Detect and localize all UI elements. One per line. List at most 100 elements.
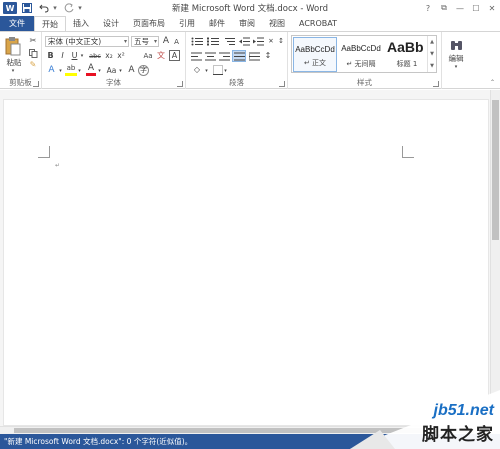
style-heading-1[interactable]: AaBb 标题 1 [385,37,429,72]
style-preview: AaBb [387,39,424,55]
undo-icon[interactable] [37,1,51,15]
paste-label[interactable]: 粘贴 [3,58,25,68]
undo-dropdown-icon[interactable]: ▾ [51,1,59,15]
highlight-icon[interactable]: ab [65,64,77,73]
align-left-icon[interactable] [190,51,202,61]
help-button[interactable]: ? [420,0,436,16]
vertical-scrollbar[interactable] [490,90,500,426]
tab-home[interactable]: 开始 [34,16,66,31]
gallery-scrollbar[interactable]: ▲ ▼ ▼ [427,36,436,72]
minimize-button[interactable]: — [452,0,468,16]
borders-icon[interactable] [212,65,223,75]
tab-design[interactable]: 设计 [96,16,126,31]
tab-references[interactable]: 引用 [172,16,202,31]
bullets-icon[interactable] [190,36,204,46]
clear-format-icon[interactable]: Aa [142,51,154,61]
char-border-icon[interactable]: A [169,50,180,61]
tab-mailings[interactable]: 邮件 [202,16,232,31]
editing-dropdown-icon[interactable]: ▾ [452,64,460,70]
increase-indent-icon[interactable] [252,36,264,46]
grow-font-icon[interactable]: A [161,36,171,47]
paragraph-launcher-icon[interactable] [279,81,285,87]
text-effects-dropdown-icon[interactable]: ▾ [58,67,63,75]
align-center-icon[interactable] [204,51,216,61]
tab-view[interactable]: 视图 [262,16,292,31]
font-name-value: 宋体 (中文正文) [48,37,102,46]
format-painter-icon[interactable]: ✎ [28,60,38,70]
font-color-icon[interactable]: A [86,64,96,73]
tab-file[interactable]: 文件 [0,16,34,31]
superscript-button[interactable]: x² [116,51,126,61]
cut-icon[interactable]: ✂ [28,36,38,46]
title-bar: W ▾ ▾ 新建 Microsoft Word 文档.docx - Word ?… [0,0,500,16]
collapse-ribbon-icon[interactable]: ⌃ [488,79,497,87]
margin-corner-top-right [402,146,414,158]
font-color-swatch [86,73,96,76]
change-case-icon[interactable]: Aa [105,65,118,76]
font-launcher-icon[interactable] [177,81,183,87]
font-color-dropdown-icon[interactable]: ▾ [97,67,102,75]
tab-acrobat[interactable]: ACROBAT [292,16,344,31]
bold-button[interactable]: B [46,51,55,61]
tab-page-layout[interactable]: 页面布局 [126,16,172,31]
styles-launcher-icon[interactable] [433,81,439,87]
tab-review[interactable]: 审阅 [232,16,262,31]
justify-icon[interactable] [232,50,246,62]
binoculars-icon[interactable] [449,38,463,52]
font-size-combo[interactable]: 五号 ▾ [131,36,159,47]
clipboard-group: 粘贴 ▾ ✂ ✎ 剪贴板 [0,32,42,89]
vertical-scroll-thumb[interactable] [492,100,499,240]
chinese-layout-icon[interactable]: ✕ [266,36,276,46]
grow-font-2-icon[interactable]: A [126,65,137,76]
line-spacing-icon[interactable]: ↕ [262,51,274,61]
styles-group-label: 样式 [357,78,372,87]
underline-button[interactable]: U [70,51,79,61]
more-icon[interactable]: ▼ [430,63,434,69]
enclose-char-icon[interactable]: 字 [138,65,149,76]
font-name-combo[interactable]: 宋体 (中文正文) ▾ [45,36,129,47]
customize-qat-icon[interactable]: ▾ [76,1,84,15]
multilevel-list-icon[interactable] [222,36,236,46]
editing-group: 编辑 ▾ [442,32,470,89]
highlight-color-swatch [65,73,77,76]
style-preview: AaBbCcDd [295,45,335,54]
borders-dropdown-icon[interactable]: ▾ [223,67,228,75]
ribbon-display-button[interactable]: ⧉ [436,0,452,16]
style-gallery: AaBbCcDd ↵ 正文 AaBbCcDd ↵ 无间隔 AaBb 标题 1 ▲… [291,35,437,73]
chevron-up-icon[interactable]: ▲ [430,39,434,45]
tab-insert[interactable]: 插入 [66,16,96,31]
word-logo-icon: W [3,2,17,14]
text-effects-icon[interactable]: A [46,65,57,76]
distributed-icon[interactable] [248,51,260,61]
strikethrough-button[interactable]: abc [88,51,102,61]
shrink-font-icon[interactable]: A [172,37,181,47]
style-normal[interactable]: AaBbCcDd ↵ 正文 [293,37,337,72]
save-icon[interactable] [20,1,34,15]
maximize-button[interactable]: ☐ [468,0,484,16]
shading-icon[interactable]: ◇ [191,65,203,75]
shading-dropdown-icon[interactable]: ▾ [204,67,209,75]
close-button[interactable]: ✕ [484,0,500,16]
paste-icon[interactable] [4,35,22,57]
subscript-button[interactable]: x₂ [104,51,114,61]
redo-icon[interactable] [62,1,76,15]
copy-icon[interactable] [28,48,38,58]
paste-dropdown-icon[interactable]: ▾ [9,68,17,74]
phonetic-guide-icon[interactable]: 文 [155,51,167,61]
change-case-dropdown-icon[interactable]: ▾ [118,67,123,75]
style-no-spacing[interactable]: AaBbCcDd ↵ 无间隔 [339,37,383,72]
ribbon-tabs: 文件 开始 插入 设计 页面布局 引用 邮件 审阅 视图 ACROBAT [0,16,500,31]
decrease-indent-icon[interactable] [238,36,250,46]
italic-button[interactable]: I [58,51,67,61]
numbering-icon[interactable] [206,36,220,46]
font-group-label: 字体 [106,78,121,87]
document-page[interactable]: ↵ [3,99,489,426]
highlight-dropdown-icon[interactable]: ▾ [77,67,82,75]
sort-icon[interactable]: ↕ [276,36,286,46]
chevron-down-icon: ▾ [153,38,157,45]
align-right-icon[interactable] [218,51,230,61]
clipboard-launcher-icon[interactable] [33,81,39,87]
underline-dropdown-icon[interactable]: ▾ [79,51,85,61]
chevron-down-icon[interactable]: ▼ [430,51,434,57]
editing-label[interactable]: 编辑 [443,54,469,64]
